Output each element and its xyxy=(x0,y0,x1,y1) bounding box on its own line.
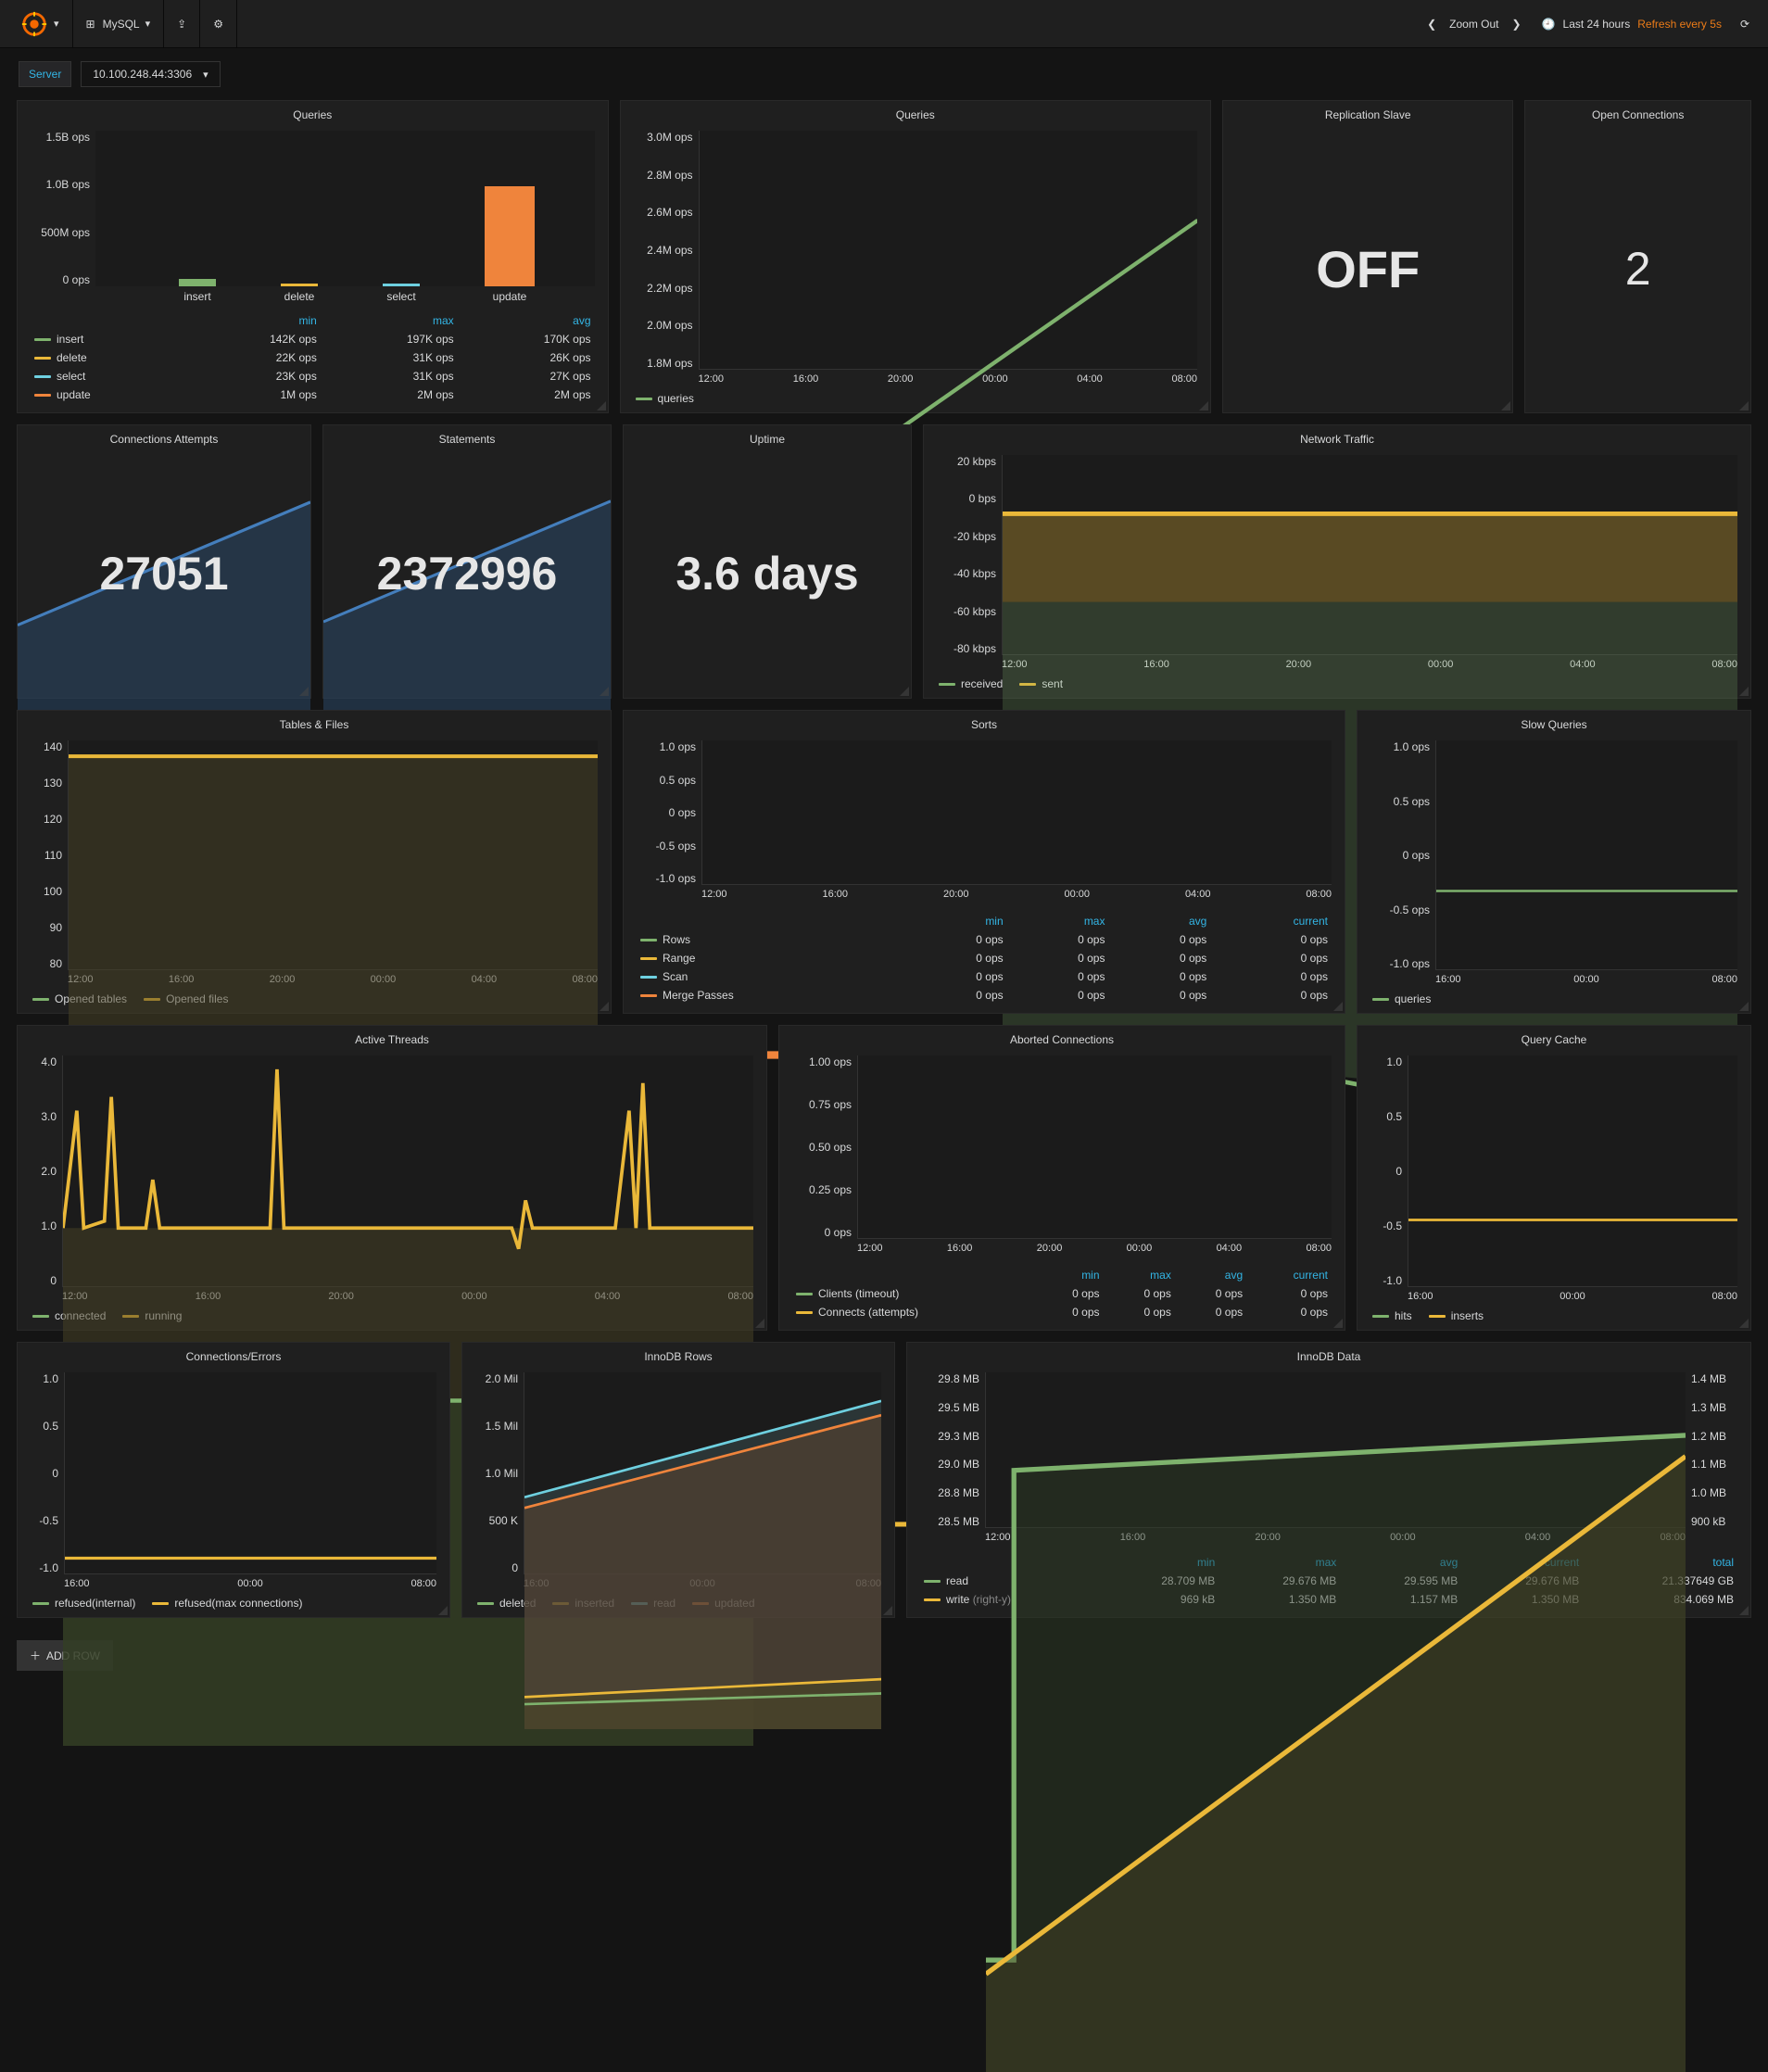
var-label-server: Server xyxy=(19,61,71,87)
panel-title: Queries xyxy=(18,101,608,125)
panel-active-threads[interactable]: Active Threads 4.03.02.01.00 12:0016:002… xyxy=(17,1025,767,1331)
panel-open-connections[interactable]: Open Connections 2 xyxy=(1524,100,1751,413)
panel-sorts[interactable]: Sorts 1.0 ops0.5 ops0 ops-0.5 ops-1.0 op… xyxy=(623,710,1345,1014)
panel-title: InnoDB Data xyxy=(907,1343,1750,1367)
panel-title: Uptime xyxy=(624,425,911,449)
statements-value: 2372996 xyxy=(323,449,611,698)
dashboard-picker[interactable]: ⊞ MySQL ▾ xyxy=(73,0,165,48)
panel-title: Tables & Files xyxy=(18,711,611,735)
dashboard-title: MySQL xyxy=(103,18,140,31)
queries-legend-table: minmaxavg insert142K ops197K ops170K ops… xyxy=(27,310,599,405)
y-axis: 4.03.02.01.00 xyxy=(27,1055,62,1287)
y-axis: 1.0 ops0.5 ops0 ops-0.5 ops-1.0 ops xyxy=(1367,740,1435,970)
y-axis: 3.0M ops2.8M ops2.6M ops2.4M ops2.2M ops… xyxy=(630,131,699,370)
panel-title: InnoDB Rows xyxy=(462,1343,894,1367)
y-axis: 2.0 Mil1.5 Mil1.0 Mil500 K0 xyxy=(472,1372,524,1574)
gear-icon: ⚙ xyxy=(213,18,223,31)
panel-network-traffic[interactable]: Network Traffic 20 kbps0 bps-20 kbps-40 … xyxy=(923,424,1751,699)
time-forward-button[interactable]: ❯ xyxy=(1512,18,1522,31)
panel-title: Connections Attempts xyxy=(18,425,310,449)
panel-title: Replication Slave xyxy=(1223,101,1512,125)
panel-title: Sorts xyxy=(624,711,1345,735)
panel-title: Slow Queries xyxy=(1358,711,1750,735)
panel-queries-bar[interactable]: Queries 1.5B ops1.0B ops500M ops0 ops in… xyxy=(17,100,609,413)
settings-button[interactable]: ⚙ xyxy=(200,0,237,48)
y-axis: 1401301201101009080 xyxy=(27,740,68,970)
y-axis: 1.00.50-0.5-1.0 xyxy=(27,1372,64,1574)
panel-uptime[interactable]: Uptime 3.6 days xyxy=(623,424,912,699)
replication-value: OFF xyxy=(1223,125,1512,412)
grafana-logo-menu[interactable]: ▾ xyxy=(7,0,73,48)
time-back-button[interactable]: ❮ xyxy=(1427,18,1436,31)
panel-title: Network Traffic xyxy=(924,425,1750,449)
y-axis: 20 kbps0 bps-20 kbps-40 kbps-60 kbps-80 … xyxy=(933,455,1002,655)
panel-title: Connections/Errors xyxy=(18,1343,449,1367)
panel-tables-files[interactable]: Tables & Files 1401301201101009080 12:00… xyxy=(17,710,612,1014)
panel-connection-attempts[interactable]: Connections Attempts 27051 xyxy=(17,424,311,699)
panel-title: Statements xyxy=(323,425,611,449)
clock-icon: 🕘 xyxy=(1542,18,1556,31)
refresh-button[interactable]: ⟳ xyxy=(1740,18,1749,31)
panel-title: Query Cache xyxy=(1358,1026,1750,1050)
panel-connections-errors[interactable]: Connections/Errors 1.00.50-0.5-1.0 16:00… xyxy=(17,1342,450,1618)
chevron-down-icon: ▾ xyxy=(54,18,59,30)
y-axis-left: 29.8 MB29.5 MB29.3 MB29.0 MB28.8 MB28.5 … xyxy=(916,1372,985,1528)
panel-innodb-data[interactable]: InnoDB Data 29.8 MB29.5 MB29.3 MB29.0 MB… xyxy=(906,1342,1751,1618)
panel-statements[interactable]: Statements 2372996 xyxy=(322,424,612,699)
panel-slow-queries[interactable]: Slow Queries 1.0 ops0.5 ops0 ops-0.5 ops… xyxy=(1357,710,1751,1014)
share-button[interactable]: ⇪ xyxy=(164,0,200,48)
top-nav: ▾ ⊞ MySQL ▾ ⇪ ⚙ ❮ Zoom Out ❯ 🕘 Last 24 h… xyxy=(0,0,1768,48)
y-axis: 1.00 ops0.75 ops0.50 ops0.25 ops0 ops xyxy=(789,1055,857,1239)
refresh-interval[interactable]: Refresh every 5s xyxy=(1637,18,1722,31)
share-icon: ⇪ xyxy=(177,18,186,31)
panel-replication-slave[interactable]: Replication Slave OFF xyxy=(1222,100,1513,413)
y-axis-right: 1.4 MB1.3 MB1.2 MB1.1 MB1.0 MB900 kB xyxy=(1686,1372,1741,1528)
zoom-out-button[interactable]: Zoom Out xyxy=(1449,18,1498,31)
y-axis: 1.5B ops1.0B ops500M ops0 ops xyxy=(27,131,95,286)
panel-aborted-connections[interactable]: Aborted Connections 1.00 ops0.75 ops0.50… xyxy=(778,1025,1345,1331)
template-variables: Server 10.100.248.44:3306▾ xyxy=(0,48,1768,100)
panel-innodb-rows[interactable]: InnoDB Rows 2.0 Mil1.5 Mil1.0 Mil500 K0 … xyxy=(461,1342,895,1618)
y-axis: 1.0 ops0.5 ops0 ops-0.5 ops-1.0 ops xyxy=(633,740,701,885)
var-value-server[interactable]: 10.100.248.44:3306▾ xyxy=(81,61,220,87)
panel-queries-line[interactable]: Queries 3.0M ops2.8M ops2.6M ops2.4M ops… xyxy=(620,100,1212,413)
chevron-down-icon: ▾ xyxy=(145,18,151,30)
panel-title: Aborted Connections xyxy=(779,1026,1345,1050)
chevron-down-icon: ▾ xyxy=(203,69,208,81)
y-axis: 1.00.50-0.5-1.0 xyxy=(1367,1055,1408,1287)
panel-title: Queries xyxy=(621,101,1211,125)
time-range-picker[interactable]: Last 24 hours xyxy=(1563,18,1631,31)
conn-attempts-value: 27051 xyxy=(18,449,310,698)
panel-query-cache[interactable]: Query Cache 1.00.50-0.5-1.0 16:0000:0008… xyxy=(1357,1025,1751,1331)
grafana-icon xyxy=(20,10,48,38)
uptime-value: 3.6 days xyxy=(624,449,911,698)
plus-icon: ＋ xyxy=(30,1648,41,1663)
panel-title: Active Threads xyxy=(18,1026,766,1050)
panel-title: Open Connections xyxy=(1525,101,1750,125)
dashboard-grid-icon: ⊞ xyxy=(86,18,95,31)
open-connections-value: 2 xyxy=(1525,125,1750,412)
